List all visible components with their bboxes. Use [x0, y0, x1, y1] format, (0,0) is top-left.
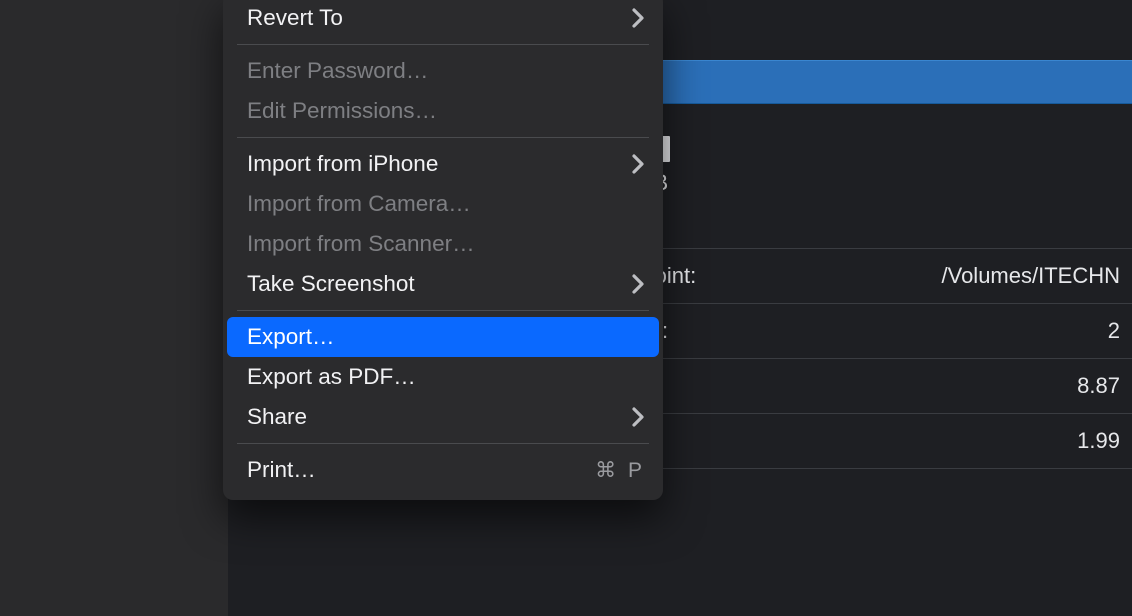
- menu-item-label: Import from Scanner…: [247, 231, 475, 257]
- info-row-used: 1.99: [640, 413, 1132, 468]
- info-value: 8.87: [1077, 373, 1120, 399]
- menu-item-import-camera: Import from Camera…: [223, 184, 663, 224]
- info-value: /Volumes/ITECHN: [942, 263, 1121, 289]
- menu-item-print[interactable]: Print… ⌘ P: [223, 450, 663, 490]
- keyboard-shortcut: ⌘ P: [595, 458, 645, 483]
- menu-item-label: Export as PDF…: [247, 364, 416, 390]
- menu-item-export-pdf[interactable]: Export as PDF…: [223, 357, 663, 397]
- menu-item-label: Share: [247, 404, 307, 430]
- menu-item-label: Import from iPhone: [247, 151, 438, 177]
- info-value: 1.99: [1077, 428, 1120, 454]
- menu-item-label: Revert To: [247, 5, 343, 31]
- menu-item-label: Print…: [247, 457, 316, 483]
- menu-item-share[interactable]: Share: [223, 397, 663, 437]
- info-value: 2: [1108, 318, 1120, 344]
- menu-separator: [237, 443, 649, 444]
- menu-item-import-iphone[interactable]: Import from iPhone: [223, 144, 663, 184]
- decor-bar: [662, 136, 670, 162]
- info-row-available: le: 8.87: [640, 358, 1132, 413]
- menu-item-take-screenshot[interactable]: Take Screenshot: [223, 264, 663, 304]
- info-row-mount-point: Point: /Volumes/ITECHN: [640, 248, 1132, 303]
- chevron-right-icon: [631, 7, 645, 29]
- info-divider: [640, 468, 1132, 469]
- menu-item-label: Edit Permissions…: [247, 98, 437, 124]
- menu-item-import-scanner: Import from Scanner…: [223, 224, 663, 264]
- menu-separator: [237, 44, 649, 45]
- info-row-capacity: ity: 2: [640, 303, 1132, 358]
- menu-item-label: Export…: [247, 324, 335, 350]
- chevron-right-icon: [631, 406, 645, 428]
- chevron-right-icon: [631, 153, 645, 175]
- chevron-right-icon: [631, 273, 645, 295]
- menu-separator: [237, 137, 649, 138]
- menu-item-label: Enter Password…: [247, 58, 428, 84]
- menu-item-edit-permissions: Edit Permissions…: [223, 91, 663, 131]
- file-context-menu: Revert To Enter Password… Edit Permissio…: [223, 0, 663, 500]
- menu-item-revert-to[interactable]: Revert To: [223, 0, 663, 38]
- menu-item-export[interactable]: Export…: [227, 317, 659, 357]
- sidebar-background: [0, 0, 228, 616]
- menu-item-label: Import from Camera…: [247, 191, 471, 217]
- menu-separator: [237, 310, 649, 311]
- info-table: Point: /Volumes/ITECHN ity: 2 le: 8.87 1…: [640, 248, 1132, 469]
- menu-item-enter-password: Enter Password…: [223, 51, 663, 91]
- menu-item-label: Take Screenshot: [247, 271, 415, 297]
